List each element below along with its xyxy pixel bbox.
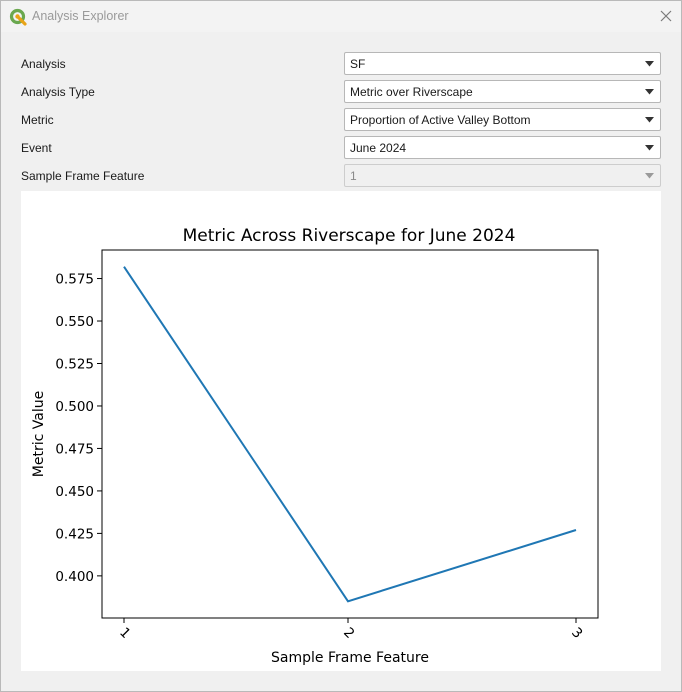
- analysis-type-combobox[interactable]: Metric over Riverscape: [344, 80, 661, 103]
- sample-frame-feature-label: Sample Frame Feature: [21, 169, 145, 183]
- chevron-down-icon: [645, 145, 654, 151]
- chart-title: Metric Across Riverscape for June 2024: [183, 226, 516, 246]
- event-row: Event June 2024: [1, 136, 681, 160]
- analysis-row: Analysis SF: [1, 52, 681, 76]
- analysis-label: Analysis: [21, 57, 66, 71]
- x-tick-label: 3: [568, 624, 585, 641]
- y-tick-label: 0.500: [55, 399, 94, 415]
- y-tick-label: 0.475: [55, 441, 94, 457]
- analysis-type-label: Analysis Type: [21, 85, 95, 99]
- close-button[interactable]: [653, 5, 679, 27]
- chevron-down-icon: [645, 173, 654, 179]
- sample-frame-feature-row: Sample Frame Feature 1: [1, 164, 681, 188]
- y-tick-label: 0.550: [55, 314, 94, 330]
- x-axis-label: Sample Frame Feature: [271, 650, 429, 666]
- qgis-logo-icon: [9, 8, 27, 26]
- analysis-type-row: Analysis Type Metric over Riverscape: [1, 80, 681, 104]
- chevron-down-icon: [645, 117, 654, 123]
- metric-row: Metric Proportion of Active Valley Botto…: [1, 108, 681, 132]
- metric-label: Metric: [21, 113, 54, 127]
- sample-frame-feature-combobox: 1: [344, 164, 661, 187]
- y-tick-label: 0.425: [55, 526, 94, 542]
- y-tick-label: 0.575: [55, 272, 94, 288]
- close-icon: [660, 10, 672, 22]
- title-bar: Analysis Explorer: [1, 1, 681, 32]
- series-line: [123, 266, 577, 603]
- analysis-explorer-window: Analysis Explorer Analysis SF Analysis T…: [0, 0, 682, 692]
- event-combobox[interactable]: June 2024: [344, 136, 661, 159]
- analysis-value: SF: [350, 57, 366, 71]
- metric-value: Proportion of Active Valley Bottom: [350, 113, 531, 127]
- sample-frame-feature-value: 1: [350, 169, 357, 183]
- y-axis-label: Metric Value: [31, 391, 47, 477]
- analysis-type-value: Metric over Riverscape: [350, 85, 473, 99]
- event-label: Event: [21, 141, 52, 155]
- line-chart: Metric Across Riverscape for June 2024 0…: [31, 226, 599, 666]
- plot-area: [101, 249, 599, 619]
- window-title: Analysis Explorer: [32, 9, 129, 23]
- chevron-down-icon: [645, 89, 654, 95]
- analysis-combobox[interactable]: SF: [344, 52, 661, 75]
- event-value: June 2024: [350, 141, 407, 155]
- metric-combobox[interactable]: Proportion of Active Valley Bottom: [344, 108, 661, 131]
- chevron-down-icon: [645, 61, 654, 67]
- y-tick-label: 0.400: [55, 569, 94, 585]
- x-tick-label: 2: [340, 624, 357, 641]
- chart-panel: Metric Across Riverscape for June 2024 0…: [21, 191, 661, 671]
- y-tick-label: 0.450: [55, 484, 94, 500]
- y-tick-label: 0.525: [55, 356, 94, 372]
- x-tick-label: 1: [116, 624, 133, 641]
